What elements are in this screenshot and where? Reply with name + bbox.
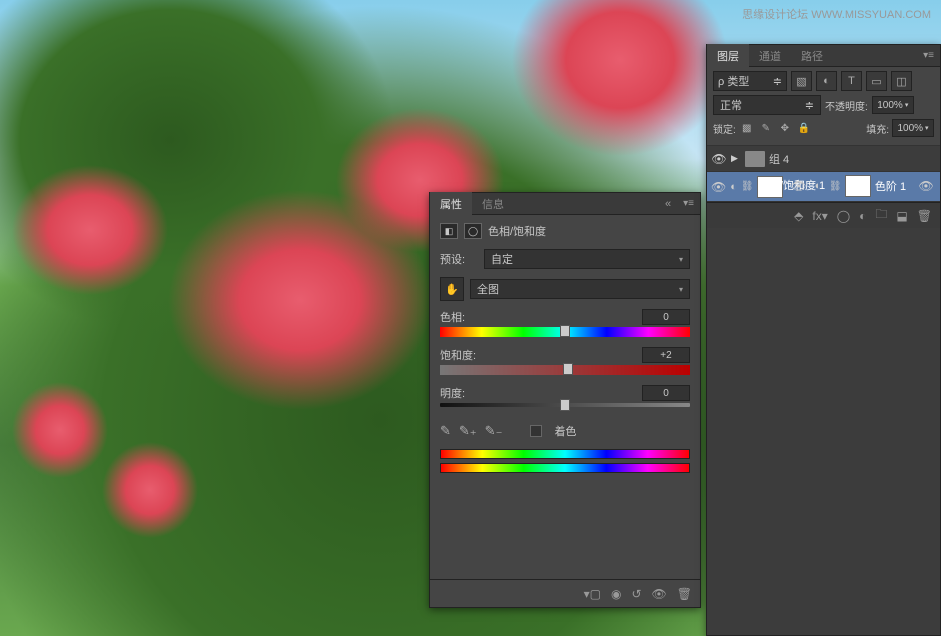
mask-icon[interactable]: ◯ (464, 223, 482, 239)
hue-label: 色相: (440, 309, 465, 325)
preset-dropdown[interactable]: 自定▾ (484, 249, 690, 269)
toggle-visibility-icon[interactable]: 👁 (652, 587, 667, 601)
lightness-value-input[interactable]: 0 (642, 385, 690, 401)
lock-label: 锁定: (713, 121, 736, 136)
saturation-label: 饱和度: (440, 347, 476, 363)
eyedropper-icon[interactable]: ✎ (440, 423, 451, 439)
visibility-icon[interactable]: 👁 (711, 180, 726, 194)
properties-tab-bar: 属性 信息 « ▾≡ (430, 193, 700, 215)
new-group-icon[interactable]: 🗀 (875, 205, 887, 226)
lock-all-icon[interactable]: 🔒 (796, 120, 812, 136)
layer-hue-saturation[interactable]: 👁 ◐ ⛓ 色相/饱和度 1 👁 ◐ ⛓ 色阶 1 👁 ◐ ⛓ 亮度/对比度 1… (707, 172, 940, 202)
filter-smart-icon[interactable]: ◫ (891, 71, 912, 91)
tab-paths[interactable]: 路径 (791, 44, 833, 68)
add-mask-icon[interactable]: ◯ (837, 209, 850, 223)
layer-group[interactable]: 👁 ▶ 组 4 (707, 146, 940, 172)
adjustment-title: 色相/饱和度 (488, 223, 546, 239)
visibility-icon[interactable]: 👁 (711, 152, 727, 166)
visibility-icon[interactable]: 👁 (791, 179, 807, 193)
layers-panel: 图层 通道 路径 ▾≡ ρ 类型≑ ▧ ◐ T ▭ ◫ 正常≑ 不透明度: 10… (706, 44, 941, 636)
fill-value[interactable]: 100%▾ (892, 119, 934, 137)
layer-filter-dropdown[interactable]: ρ 类型≑ (713, 71, 787, 91)
tab-layers[interactable]: 图层 (707, 44, 749, 68)
layers-tab-bar: 图层 通道 路径 ▾≡ (707, 45, 940, 67)
eyedropper-subtract-icon[interactable]: ✎₋ (485, 423, 503, 439)
tab-channels[interactable]: 通道 (749, 44, 791, 68)
visibility-icon[interactable]: 👁 (918, 179, 934, 193)
lock-pixels-icon[interactable]: ✎ (758, 120, 774, 136)
hue-range-bar-top (440, 449, 690, 459)
lightness-slider[interactable] (440, 403, 690, 413)
layer-brightness-contrast[interactable]: 👁 ◐ ⛓ 亮度/对比度 1 (914, 172, 940, 202)
opacity-value[interactable]: 100%▾ (872, 96, 914, 114)
eyedropper-add-icon[interactable]: ✎₊ (459, 423, 477, 439)
adjustment-icon: ◐ (730, 181, 737, 193)
delete-adjustment-icon[interactable]: 🗑 (677, 587, 692, 601)
blend-mode-dropdown[interactable]: 正常≑ (713, 95, 821, 115)
filter-shape-icon[interactable]: ▭ (866, 71, 887, 91)
saturation-value-input[interactable]: +2 (642, 347, 690, 363)
saturation-slider[interactable] (440, 365, 690, 375)
watermark-top: 思缘设计论坛 WWW.MISSYUAN.COM (742, 6, 931, 22)
colorize-label: 着色 (554, 423, 576, 439)
layer-levels[interactable]: 👁 ◐ ⛓ 色阶 1 (787, 172, 910, 202)
channel-dropdown[interactable]: 全图▾ (470, 279, 690, 299)
colorize-checkbox[interactable] (530, 425, 542, 437)
link-icon[interactable]: ⛓ (741, 181, 753, 192)
new-layer-icon[interactable]: ⬓ (896, 209, 907, 223)
adjustment-type-icon: ◧ (440, 223, 458, 239)
hue-value-input[interactable]: 0 (642, 309, 690, 325)
layer-style-icon[interactable]: fx▾ (812, 209, 827, 223)
lock-transparent-icon[interactable]: ▩ (739, 120, 755, 136)
new-adjustment-icon[interactable]: ◐ (859, 209, 866, 223)
chevron-down-icon: ▾ (679, 285, 683, 294)
mask-thumbnail[interactable]: 色相/饱和度 1 (757, 176, 783, 198)
adjustment-icon: ◐ (938, 180, 940, 192)
panel-menu-icon[interactable]: ▾≡ (917, 50, 940, 61)
tab-properties[interactable]: 属性 (430, 192, 472, 216)
folder-icon (745, 151, 765, 167)
filter-pixel-icon[interactable]: ▧ (791, 71, 812, 91)
tab-info[interactable]: 信息 (472, 192, 514, 216)
delete-layer-icon[interactable]: 🗑 (917, 209, 932, 223)
fill-label: 填充: (866, 121, 889, 136)
clip-to-layer-icon[interactable]: ▾▢ (584, 587, 601, 601)
panel-collapse-icon[interactable]: « (659, 198, 677, 210)
chevron-down-icon: ▾ (679, 255, 683, 264)
link-icon[interactable]: ⛓ (829, 181, 841, 192)
lock-position-icon[interactable]: ✥ (777, 120, 793, 136)
preset-label: 预设: (440, 251, 478, 267)
adjustment-icon: ◐ (811, 180, 825, 192)
link-layers-icon[interactable]: ⬘ (794, 209, 803, 223)
panel-menu-icon[interactable]: ▾≡ (677, 198, 700, 209)
mask-thumbnail[interactable] (845, 175, 871, 197)
reset-icon[interactable]: ↺ (631, 587, 641, 601)
filter-adjustment-icon[interactable]: ◐ (816, 71, 837, 91)
lightness-label: 明度: (440, 385, 465, 401)
expand-arrow-icon[interactable]: ▶ (731, 153, 741, 164)
layer-list: 👁 ▶ 组 4 👁 ◐ ⛓ 色相/饱和度 1 👁 ◐ ⛓ 色阶 1 👁 ◐ ⛓ … (707, 146, 940, 635)
properties-panel: 属性 信息 « ▾≡ ◧ ◯ 色相/饱和度 预设: 自定▾ ✋ 全图▾ 色相: … (429, 192, 701, 608)
opacity-label: 不透明度: (825, 98, 868, 113)
hue-slider[interactable] (440, 327, 690, 337)
targeted-adjustment-icon[interactable]: ✋ (440, 277, 464, 301)
view-previous-icon[interactable]: ◉ (611, 587, 621, 601)
filter-type-icon[interactable]: T (841, 71, 862, 91)
hue-range-bar-bottom (440, 463, 690, 473)
